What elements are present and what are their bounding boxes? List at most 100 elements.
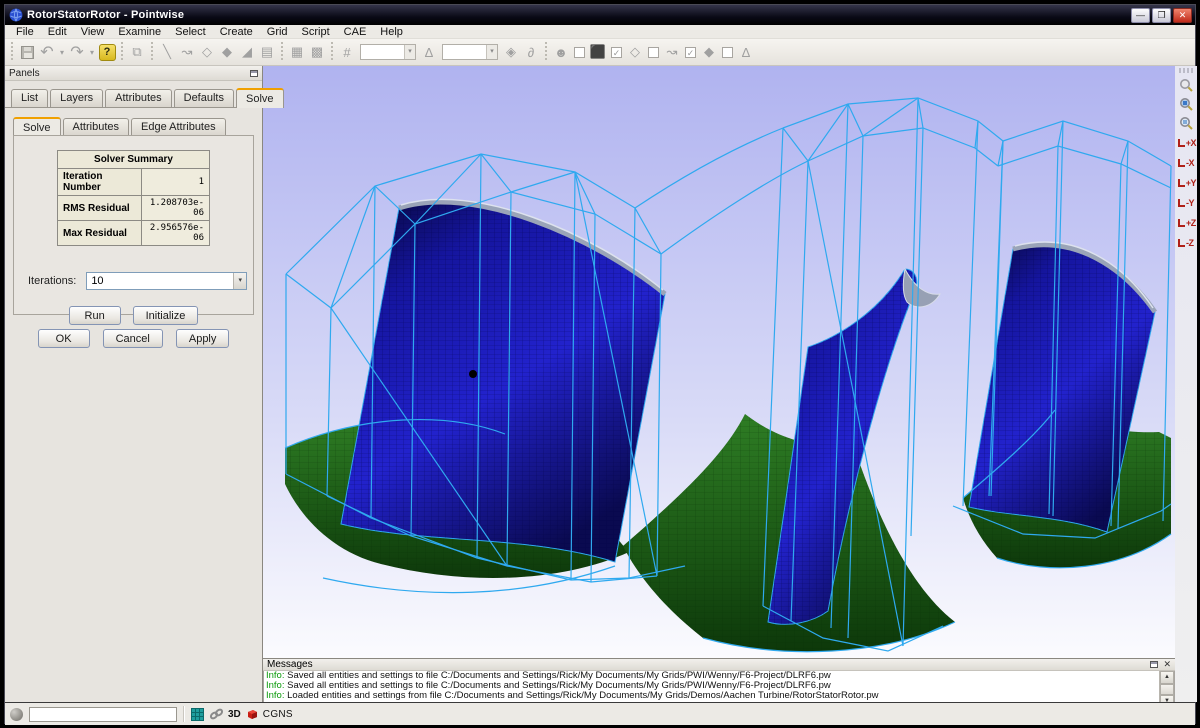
view-toolbar-handle[interactable] bbox=[1179, 68, 1193, 73]
minimize-button[interactable]: — bbox=[1131, 8, 1150, 23]
show-connectors-icon[interactable]: ↝ bbox=[662, 42, 682, 62]
show-angles-icon[interactable]: Δ bbox=[736, 42, 756, 62]
zoom-selection-icon[interactable] bbox=[1176, 114, 1196, 133]
show-blocks-icon[interactable]: ⬛ bbox=[588, 42, 608, 62]
cae-solver-icon bbox=[245, 707, 259, 721]
iterations-input[interactable] bbox=[87, 273, 233, 289]
run-button[interactable]: Run bbox=[69, 306, 121, 325]
menu-file[interactable]: File bbox=[9, 25, 41, 39]
zoom-icon[interactable] bbox=[1176, 76, 1196, 95]
show-domains-icon[interactable]: ◇ bbox=[625, 42, 645, 62]
redo-dropdown-icon[interactable]: ▾ bbox=[87, 42, 97, 62]
connectors-visibility-checkbox[interactable]: ✓ bbox=[685, 47, 696, 58]
angle-combobox[interactable]: ▾ bbox=[442, 44, 498, 60]
close-button[interactable]: ✕ bbox=[1173, 8, 1192, 23]
toolbar-separator bbox=[149, 42, 155, 62]
tab-list[interactable]: List bbox=[11, 89, 48, 107]
view-minus-z-button[interactable]: -Z bbox=[1176, 233, 1196, 253]
viewport-3d[interactable] bbox=[263, 66, 1175, 658]
tab-layers[interactable]: Layers bbox=[50, 89, 103, 107]
solve-tab-page: Solver Summary Iteration Number 1 RMS Re… bbox=[13, 135, 254, 315]
max-residual-value: 2.956576e-06 bbox=[142, 221, 210, 246]
menu-grid[interactable]: Grid bbox=[260, 25, 295, 39]
tab-defaults[interactable]: Defaults bbox=[174, 89, 234, 107]
messages-close-icon[interactable]: ✕ bbox=[1163, 659, 1171, 670]
mode-badge: 3D bbox=[228, 709, 241, 720]
project-icon[interactable]: ◈ bbox=[501, 42, 521, 62]
menu-view[interactable]: View bbox=[74, 25, 112, 39]
iterations-drop-icon[interactable]: ▾ bbox=[233, 273, 246, 289]
axis-icon bbox=[1178, 179, 1185, 187]
structured-grid-icon[interactable]: ▦ bbox=[287, 42, 307, 62]
ok-button[interactable]: OK bbox=[38, 329, 90, 348]
view-plus-x-button[interactable]: +X bbox=[1176, 133, 1196, 153]
show-spacings-icon[interactable]: ◆ bbox=[699, 42, 719, 62]
view-plus-y-button[interactable]: +Y bbox=[1176, 173, 1196, 193]
derivative-icon[interactable]: ∂ bbox=[521, 42, 541, 62]
spacings-visibility-checkbox[interactable] bbox=[722, 47, 733, 58]
redo-icon[interactable]: ↷ bbox=[67, 42, 87, 62]
tab-attributes[interactable]: Attributes bbox=[105, 89, 171, 107]
undo-icon[interactable]: ↶ bbox=[37, 42, 57, 62]
subtab-attributes[interactable]: Attributes bbox=[63, 118, 129, 136]
messages-titlebar: Messages ✕ bbox=[263, 659, 1175, 671]
angle-drop-icon[interactable]: ▾ bbox=[486, 45, 497, 59]
status-command-input[interactable] bbox=[29, 707, 177, 722]
table-row: Iteration Number 1 bbox=[58, 169, 210, 196]
axis-icon bbox=[1178, 219, 1185, 227]
solve-subtabstrip: Solve Attributes Edge Attributes bbox=[13, 116, 262, 136]
dimension-icon[interactable]: # bbox=[337, 42, 357, 62]
view-plus-z-button[interactable]: +Z bbox=[1176, 213, 1196, 233]
angle-icon[interactable]: Δ bbox=[419, 42, 439, 62]
toolbar-separator bbox=[329, 42, 335, 62]
create-extrusion-icon[interactable]: ◢ bbox=[237, 42, 257, 62]
dimension-combobox[interactable]: ▾ bbox=[360, 44, 416, 60]
restore-button[interactable]: ❐ bbox=[1152, 8, 1171, 23]
create-block-icon[interactable]: ▤ bbox=[257, 42, 277, 62]
toolbar-handle bbox=[9, 42, 15, 62]
unstructured-grid-icon[interactable]: ▩ bbox=[307, 42, 327, 62]
database-visibility-checkbox[interactable] bbox=[574, 47, 585, 58]
axis-icon bbox=[1178, 239, 1185, 247]
view-minus-y-button[interactable]: -Y bbox=[1176, 193, 1196, 213]
scroll-thumb[interactable] bbox=[1160, 684, 1174, 695]
view-minus-x-button[interactable]: -X bbox=[1176, 153, 1196, 173]
apply-button[interactable]: Apply bbox=[176, 329, 230, 348]
new-layer-icon[interactable]: ⧉ bbox=[127, 42, 147, 62]
domains-visibility-checkbox[interactable] bbox=[648, 47, 659, 58]
menu-help[interactable]: Help bbox=[373, 25, 410, 39]
initialize-button[interactable]: Initialize bbox=[133, 306, 199, 325]
panels-float-icon[interactable] bbox=[250, 70, 258, 77]
create-domain-icon[interactable]: ◇ bbox=[197, 42, 217, 62]
save-icon[interactable] bbox=[17, 42, 37, 62]
help-icon[interactable]: ? bbox=[97, 42, 117, 62]
dimension-drop-icon[interactable]: ▾ bbox=[404, 45, 415, 59]
create-curve-icon[interactable]: ↝ bbox=[177, 42, 197, 62]
messages-float-icon[interactable] bbox=[1150, 661, 1158, 668]
create-connector-icon[interactable]: ╲ bbox=[157, 42, 177, 62]
menu-examine[interactable]: Examine bbox=[111, 25, 168, 39]
max-residual-label: Max Residual bbox=[58, 221, 142, 246]
iteration-number-value: 1 bbox=[142, 169, 210, 196]
menu-edit[interactable]: Edit bbox=[41, 25, 74, 39]
scroll-up-icon[interactable]: ▲ bbox=[1160, 671, 1174, 684]
selected-point[interactable] bbox=[469, 370, 477, 378]
menu-script[interactable]: Script bbox=[295, 25, 337, 39]
create-structured-domain-icon[interactable]: ◆ bbox=[217, 42, 237, 62]
undo-dropdown-icon[interactable]: ▾ bbox=[57, 42, 67, 62]
tab-solve[interactable]: Solve bbox=[236, 88, 284, 108]
show-database-icon[interactable]: ☻ bbox=[551, 42, 571, 62]
menu-select[interactable]: Select bbox=[168, 25, 213, 39]
list-item: Info: Loaded entities and settings from … bbox=[266, 691, 1159, 701]
cancel-button[interactable]: Cancel bbox=[103, 329, 163, 348]
menu-create[interactable]: Create bbox=[213, 25, 260, 39]
iteration-number-label: Iteration Number bbox=[58, 169, 142, 196]
iterations-combobox[interactable]: ▾ bbox=[86, 272, 247, 290]
dimension-input[interactable] bbox=[361, 45, 404, 59]
blocks-visibility-checkbox[interactable]: ✓ bbox=[611, 47, 622, 58]
menu-cae[interactable]: CAE bbox=[337, 25, 374, 39]
zoom-to-fit-icon[interactable] bbox=[1176, 95, 1196, 114]
angle-input[interactable] bbox=[443, 45, 486, 59]
subtab-solve[interactable]: Solve bbox=[13, 117, 61, 137]
subtab-edge-attributes[interactable]: Edge Attributes bbox=[131, 118, 226, 136]
